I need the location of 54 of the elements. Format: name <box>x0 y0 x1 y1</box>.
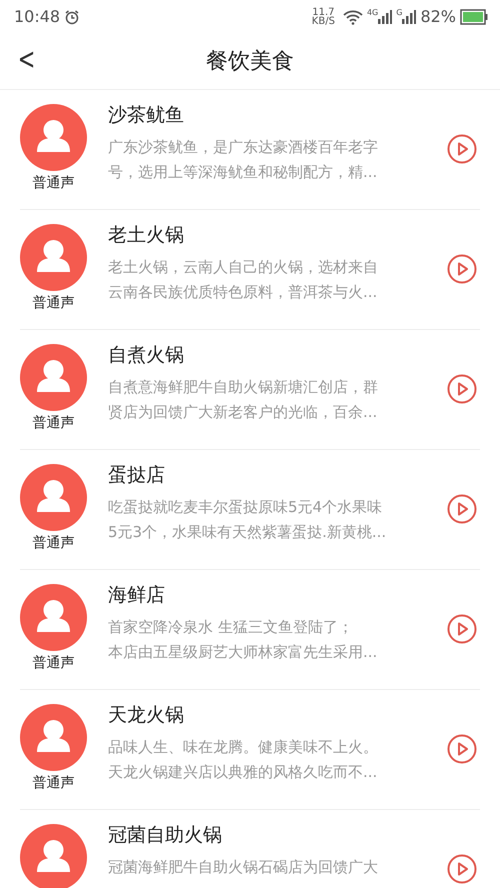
play-button[interactable] <box>447 374 477 404</box>
avatar-icon <box>20 344 87 411</box>
avatar-icon <box>20 104 87 171</box>
battery-percent: 82% <box>420 6 456 28</box>
play-button[interactable] <box>447 134 477 164</box>
item-title: 海鲜店 <box>108 584 166 607</box>
voice-label: 普通声 <box>32 414 74 433</box>
avatar-icon <box>20 824 87 888</box>
play-button[interactable] <box>447 854 477 884</box>
network-speed: 11.7 <box>312 8 335 17</box>
clock-time: 10:48 <box>14 6 60 28</box>
item-description: 吃蛋挞就吃麦丰尔蛋挞原味5元4个水果味 5元3个，水果味有天然紫薯蛋挞.新黄桃... <box>108 496 388 543</box>
list-item[interactable]: 普通声 蛋挞店 吃蛋挞就吃麦丰尔蛋挞原味5元4个水果味 5元3个，水果味有天然紫薯蛋挞.新黄桃... <box>20 450 480 570</box>
play-button[interactable] <box>447 494 477 524</box>
item-description: 首家空降冷泉水 生猛三文鱼登陆了； 本店由五星级厨艺大师林家富先生采用... <box>108 616 378 663</box>
list-item[interactable]: 普通声 海鲜店 首家空降冷泉水 生猛三文鱼登陆了； 本店由五星级厨艺大师林家富先生采用... <box>20 570 480 690</box>
signal-icon <box>402 10 416 24</box>
item-title: 冠菌自助火锅 <box>108 824 223 847</box>
voice-label: 普通声 <box>32 774 74 793</box>
avatar-icon <box>20 704 87 771</box>
item-description: 老土火锅，云南人自己的火锅，选材来自 云南各民族优质特色原料，普洱茶与火... <box>108 256 379 303</box>
item-title: 蛋挞店 <box>108 464 166 487</box>
play-button[interactable] <box>447 614 477 644</box>
avatar-icon <box>20 464 87 531</box>
list-item[interactable]: 普通声 天龙火锅 品味人生、味在龙腾。健康美味不上火。 天龙火锅建兴店以典雅的风格久吃而不... <box>20 690 480 810</box>
battery-icon <box>460 9 488 25</box>
speed-unit: KB/S <box>312 17 335 26</box>
list-item[interactable]: 普通声 老土火锅 老土火锅，云南人自己的火锅，选材来自 云南各民族优质特色原料，普洱茶与火... <box>20 210 480 330</box>
voice-label: 普通声 <box>32 654 74 673</box>
alarm-icon <box>64 9 80 25</box>
wifi-icon <box>342 9 363 25</box>
item-title: 天龙火锅 <box>108 704 185 727</box>
list-item[interactable]: 冠菌自助火锅 冠菌海鲜肥牛自助火锅石碣店为回馈广大 <box>20 810 480 888</box>
item-description: 自煮意海鲜肥牛自助火锅新塘汇创店，群 贤店为回馈广大新老客户的光临，百余... <box>108 376 379 423</box>
voice-label: 普通声 <box>32 534 74 553</box>
item-description: 广东沙茶鱿鱼，是广东达豪酒楼百年老字 号，选用上等深海鱿鱼和秘制配方，精... <box>108 136 379 183</box>
voice-label: 普通声 <box>32 174 74 193</box>
item-title: 自煮火锅 <box>108 344 185 367</box>
network-type: G <box>396 9 402 17</box>
item-title: 沙茶鱿鱼 <box>108 104 185 127</box>
avatar-icon <box>20 584 87 651</box>
item-title: 老土火锅 <box>108 224 185 247</box>
signal-icon <box>378 10 392 24</box>
network-type: 4G <box>366 9 378 17</box>
voice-label: 普通声 <box>32 294 74 313</box>
item-description: 冠菌海鲜肥牛自助火锅石碣店为回馈广大 <box>108 856 379 878</box>
list-item[interactable]: 普通声 沙茶鱿鱼 广东沙茶鱿鱼，是广东达豪酒楼百年老字 号，选用上等深海鱿鱼和秘制配方，精... <box>20 90 480 210</box>
back-button[interactable]: < <box>14 43 40 77</box>
play-button[interactable] <box>447 734 477 764</box>
play-button[interactable] <box>447 254 477 284</box>
list-item[interactable]: 普通声 自煮火锅 自煮意海鲜肥牛自助火锅新塘汇创店，群 贤店为回馈广大新老客户的光临，百余... <box>20 330 480 450</box>
avatar-icon <box>20 224 87 291</box>
item-description: 品味人生、味在龙腾。健康美味不上火。 天龙火锅建兴店以典雅的风格久吃而不... <box>108 736 379 783</box>
page-title: 餐饮美食 <box>206 48 294 76</box>
